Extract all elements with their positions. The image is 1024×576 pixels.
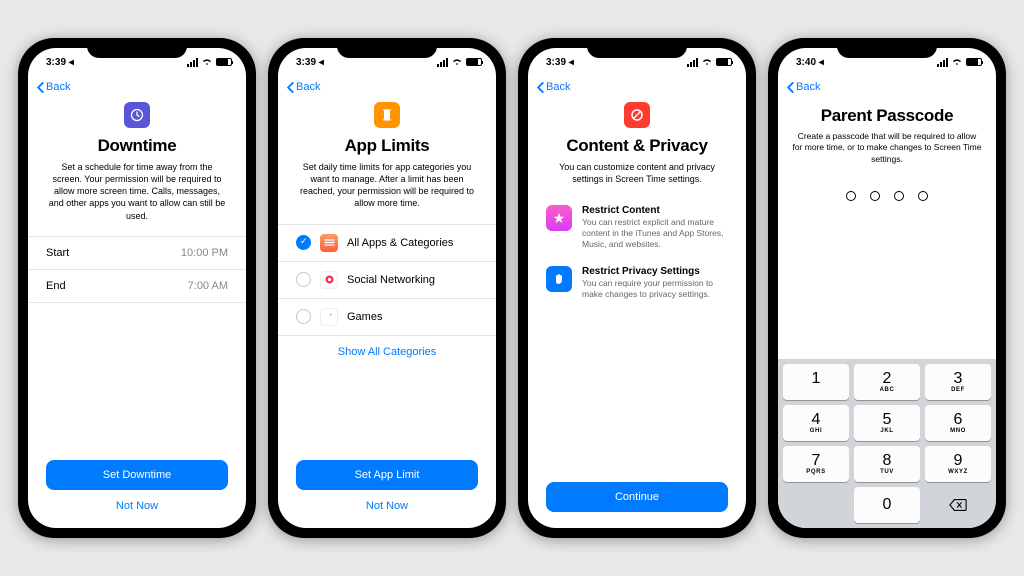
passcode-dots [792,191,982,201]
passcode-dot [918,191,928,201]
battery-icon [466,58,482,66]
star-icon: ★ [546,205,572,231]
phone-content-privacy: 3:39 ◂ Back Content & Privacy You can cu… [518,38,756,538]
page-title: Downtime [46,136,228,156]
radio-games[interactable] [296,309,311,324]
back-label: Back [546,81,570,93]
feature-restrict-privacy: Restrict Privacy Settings You can requir… [546,260,728,310]
end-time-row[interactable]: End 7:00 AM [28,270,246,303]
category-games[interactable]: Games [278,299,496,336]
key-5[interactable]: 5JKL [854,405,920,441]
chevron-left-icon [786,82,794,93]
radio-all-selected[interactable] [296,235,311,250]
page-title: App Limits [296,136,478,156]
page-description: You can customize content and privacy se… [546,161,728,185]
key-6[interactable]: 6MNO [925,405,991,441]
signal-icon [937,58,948,67]
feature-restrict-content: ★ Restrict Content You can restrict expl… [546,199,728,260]
back-label: Back [46,81,70,93]
feature-desc: You can require your permission to make … [582,278,728,300]
back-label: Back [296,81,320,93]
all-apps-icon [320,234,338,252]
set-downtime-button[interactable]: Set Downtime [46,460,228,490]
category-label: Games [347,311,382,323]
back-button[interactable]: Back [536,81,570,93]
battery-icon [716,58,732,66]
back-label: Back [796,81,820,93]
chevron-left-icon [286,82,294,93]
back-button[interactable]: Back [286,81,320,93]
key-3[interactable]: 3DEF [925,364,991,400]
feature-heading: Restrict Privacy Settings [582,266,728,277]
status-time: 3:39 ◂ [46,57,74,68]
signal-icon [187,58,198,67]
category-label: All Apps & Categories [347,237,453,249]
chevron-left-icon [536,82,544,93]
status-time: 3:39 ◂ [546,57,574,68]
show-all-categories-link[interactable]: Show All Categories [296,336,478,368]
key-8[interactable]: 8TUV [854,446,920,482]
signal-icon [687,58,698,67]
status-time: 3:40 ◂ [796,57,824,68]
page-description: Set daily time limits for app categories… [296,161,478,210]
phone-downtime: 3:39 ◂ Back Downtime Set a schedule for … [18,38,256,538]
notch [587,38,687,58]
end-label: End [46,280,66,292]
wifi-icon [952,58,962,66]
continue-button[interactable]: Continue [546,482,728,512]
passcode-dot [870,191,880,201]
back-button[interactable]: Back [36,81,70,93]
radio-social[interactable] [296,272,311,287]
wifi-icon [452,58,462,66]
status-time: 3:39 ◂ [296,57,324,68]
wifi-icon [702,58,712,66]
notch [837,38,937,58]
end-value: 7:00 AM [188,280,228,292]
start-time-row[interactable]: Start 10:00 PM [28,237,246,270]
page-description: Set a schedule for time away from the sc… [46,161,228,222]
battery-icon [216,58,232,66]
start-label: Start [46,247,69,259]
start-value: 10:00 PM [181,247,228,259]
key-delete[interactable] [925,487,991,523]
chevron-left-icon [36,82,44,93]
page-description: Create a passcode that will be required … [792,131,982,165]
back-button[interactable]: Back [786,81,820,93]
key-7[interactable]: 7PQRS [783,446,849,482]
social-icon [320,271,338,289]
page-title: Parent Passcode [792,106,982,126]
wifi-icon [202,58,212,66]
signal-icon [437,58,448,67]
feature-desc: You can restrict explicit and mature con… [582,217,728,250]
notch [337,38,437,58]
set-app-limit-button[interactable]: Set App Limit [296,460,478,490]
downtime-icon [124,102,150,128]
numeric-keypad: 1 2ABC 3DEF 4GHI 5JKL 6MNO 7PQRS 8TUV 9W… [778,359,996,528]
category-all[interactable]: All Apps & Categories [278,224,496,262]
backspace-icon [949,498,967,512]
phone-app-limits: 3:39 ◂ Back App Limits Set daily time li… [268,38,506,538]
app-limits-icon [374,102,400,128]
key-2[interactable]: 2ABC [854,364,920,400]
category-label: Social Networking [347,274,435,286]
page-title: Content & Privacy [546,136,728,156]
battery-icon [966,58,982,66]
key-4[interactable]: 4GHI [783,405,849,441]
feature-heading: Restrict Content [582,205,728,216]
category-social[interactable]: Social Networking [278,262,496,299]
key-1[interactable]: 1 [783,364,849,400]
key-blank [783,487,849,523]
not-now-link[interactable]: Not Now [46,496,228,518]
not-now-link[interactable]: Not Now [296,496,478,518]
games-icon [320,308,338,326]
content-privacy-icon [624,102,650,128]
key-9[interactable]: 9WXYZ [925,446,991,482]
passcode-dot [846,191,856,201]
phone-parent-passcode: 3:40 ◂ Back Parent Passcode Create a pas… [768,38,1006,538]
passcode-dot [894,191,904,201]
notch [87,38,187,58]
hand-icon [546,266,572,292]
key-0[interactable]: 0 [854,487,920,523]
